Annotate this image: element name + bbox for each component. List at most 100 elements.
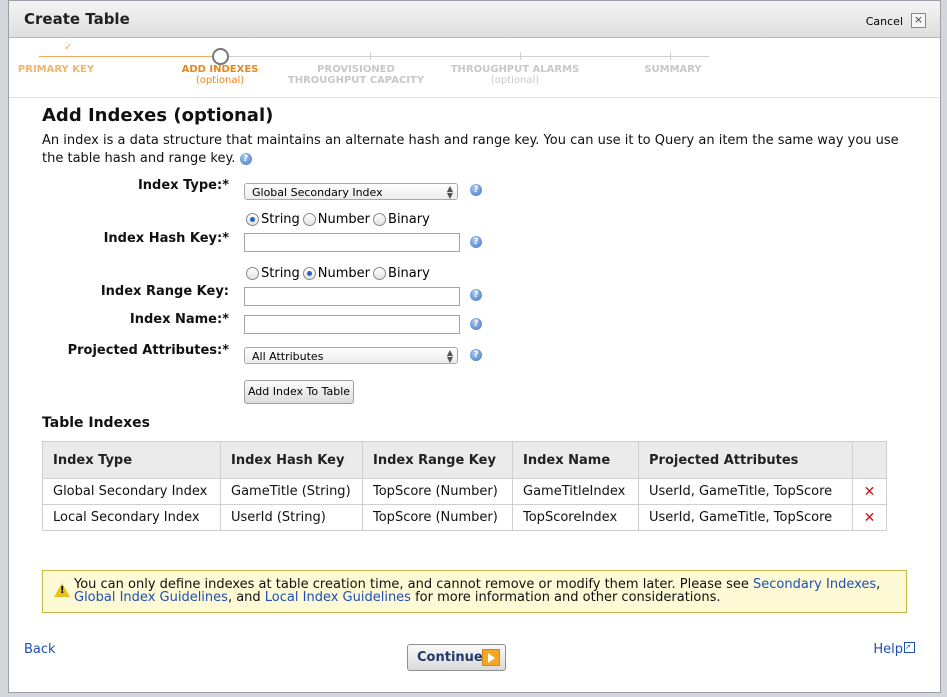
table-cell: GameTitleIndex	[512, 478, 639, 505]
hash-key-type-radios: String Number Binary	[246, 212, 433, 227]
hash-key-label: Index Hash Key:*	[103, 231, 229, 246]
wizard-remaining-line	[229, 56, 709, 57]
help-link[interactable]: Help ↗	[873, 642, 915, 657]
range-key-string-radio[interactable]	[246, 267, 259, 280]
radio-label: Number	[317, 266, 371, 281]
radio-label: String	[261, 266, 300, 281]
wizard-step-label: SUMMARY	[644, 64, 702, 75]
warning-box: ! You can only define indexes at table c…	[42, 570, 907, 613]
help-link-label: Help	[873, 642, 903, 657]
wizard-tick	[370, 52, 371, 60]
global-index-guidelines-link[interactable]: Global Index Guidelines	[74, 590, 228, 605]
delete-index-icon[interactable]: ✕	[852, 478, 887, 505]
index-type-select[interactable]: Global Secondary Index ▲ ▼	[244, 183, 458, 200]
wizard-step-throughput-alarms: THROUGHPUT ALARMS (optional)	[440, 64, 590, 86]
help-icon[interactable]: ?	[470, 349, 482, 361]
range-key-number-radio[interactable]	[302, 267, 316, 280]
wizard-step-label: THROUGHPUT ALARMS	[450, 64, 580, 75]
projected-attributes-select[interactable]: All Attributes ▲ ▼	[244, 347, 458, 364]
local-index-guidelines-link[interactable]: Local Index Guidelines	[265, 590, 411, 605]
column-header: Index Range Key	[362, 441, 513, 479]
table-cell: UserId, GameTitle, TopScore	[638, 504, 853, 531]
section-title: Add Indexes (optional)	[42, 105, 274, 126]
description-text: An index is a data structure that mainta…	[42, 133, 899, 166]
warning-text-part: for more information and other considera…	[410, 590, 721, 605]
table-row: Global Secondary Index GameTitle (String…	[42, 478, 887, 505]
index-name-input[interactable]	[244, 315, 460, 334]
continue-label: Continue	[417, 650, 483, 665]
column-header-delete	[852, 441, 887, 479]
table-cell: GameTitle (String)	[220, 478, 363, 505]
table-cell: Local Secondary Index	[42, 504, 221, 531]
play-arrow-icon	[482, 649, 500, 666]
wizard-step-summary: SUMMARY	[598, 64, 748, 75]
wizard-step-provisioned: PROVISIONED THROUGHPUT CAPACITY	[281, 64, 431, 86]
secondary-indexes-link[interactable]: Secondary Indexes	[753, 577, 876, 592]
radio-label: String	[261, 212, 300, 227]
wizard-step-sublabel: THROUGHPUT CAPACITY	[287, 75, 425, 86]
hash-key-binary-radio[interactable]	[373, 213, 387, 226]
help-icon[interactable]: ?	[470, 289, 482, 301]
external-link-icon: ↗	[904, 642, 915, 653]
hash-key-number-radio[interactable]	[302, 213, 316, 226]
table-cell: UserId, GameTitle, TopScore	[638, 478, 853, 505]
help-icon[interactable]: ?	[470, 318, 482, 330]
select-arrows-icon: ▲ ▼	[446, 348, 453, 364]
step-done-check-icon: ✓	[64, 42, 73, 53]
table-cell: TopScoreIndex	[512, 504, 639, 531]
range-key-binary-radio[interactable]	[373, 267, 387, 280]
divider	[9, 97, 940, 98]
help-icon[interactable]: ?	[470, 236, 482, 248]
current-step-icon	[212, 48, 229, 65]
table-cell: UserId (String)	[220, 504, 363, 531]
indexes-table: Index Type Index Hash Key Index Range Ke…	[42, 441, 887, 531]
radio-label: Binary	[388, 266, 430, 281]
wizard-tick	[670, 52, 671, 60]
radio-label: Binary	[388, 212, 430, 227]
warning-icon: !	[54, 583, 70, 597]
projected-attributes-value: All Attributes	[252, 350, 324, 363]
close-icon[interactable]: ×	[911, 13, 926, 28]
help-icon[interactable]: ?	[470, 184, 482, 196]
warning-text-part: ,	[876, 577, 881, 592]
continue-button[interactable]: Continue	[407, 644, 506, 671]
cancel-link[interactable]: Cancel	[866, 15, 903, 28]
table-cell: TopScore (Number)	[362, 478, 513, 505]
dialog-title: Create Table	[24, 10, 130, 28]
wizard-step-add-indexes: ADD INDEXES (optional)	[145, 64, 295, 86]
dialog-titlebar: Create Table Cancel ×	[9, 1, 940, 38]
column-header: Index Type	[42, 441, 221, 479]
index-type-value: Global Secondary Index	[252, 186, 383, 199]
projected-attributes-label: Projected Attributes:*	[67, 343, 229, 358]
wizard-step-label: PRIMARY KEY	[17, 64, 95, 75]
index-type-label: Index Type:*	[137, 178, 229, 193]
table-row: Local Secondary Index UserId (String) To…	[42, 504, 887, 531]
select-arrows-icon: ▲ ▼	[446, 184, 453, 200]
wizard-tick	[520, 52, 521, 60]
column-header: Index Hash Key	[220, 441, 363, 479]
wizard-step-sublabel: (optional)	[195, 75, 245, 86]
help-icon[interactable]: ?	[239, 152, 252, 165]
wizard-step-primary-key: PRIMARY KEY	[0, 64, 131, 75]
wizard-step-sublabel: (optional)	[490, 75, 540, 86]
back-link[interactable]: Back	[24, 642, 56, 657]
column-header: Index Name	[512, 441, 639, 479]
section-description: An index is a data structure that mainta…	[42, 132, 912, 168]
hash-key-string-radio[interactable]	[246, 213, 259, 226]
warning-text: You can only define indexes at table cre…	[74, 578, 894, 604]
table-indexes-title: Table Indexes	[42, 415, 150, 431]
table-cell: Global Secondary Index	[42, 478, 221, 505]
wizard-step-label: ADD INDEXES	[181, 64, 259, 75]
hash-key-input[interactable]	[244, 233, 460, 252]
range-key-input[interactable]	[244, 287, 460, 306]
create-table-dialog: Create Table Cancel × ✓ PRIMARY KEY ADD …	[8, 0, 941, 693]
range-key-type-radios: String Number Binary	[246, 266, 433, 281]
wizard-step-label: PROVISIONED	[317, 64, 395, 75]
radio-label: Number	[317, 212, 371, 227]
column-header: Projected Attributes	[638, 441, 853, 479]
add-index-button[interactable]: Add Index To Table	[244, 380, 354, 404]
table-cell: TopScore (Number)	[362, 504, 513, 531]
warning-text-part: , and	[227, 590, 265, 605]
range-key-label: Index Range Key:	[100, 284, 229, 299]
delete-index-icon[interactable]: ✕	[852, 504, 887, 531]
